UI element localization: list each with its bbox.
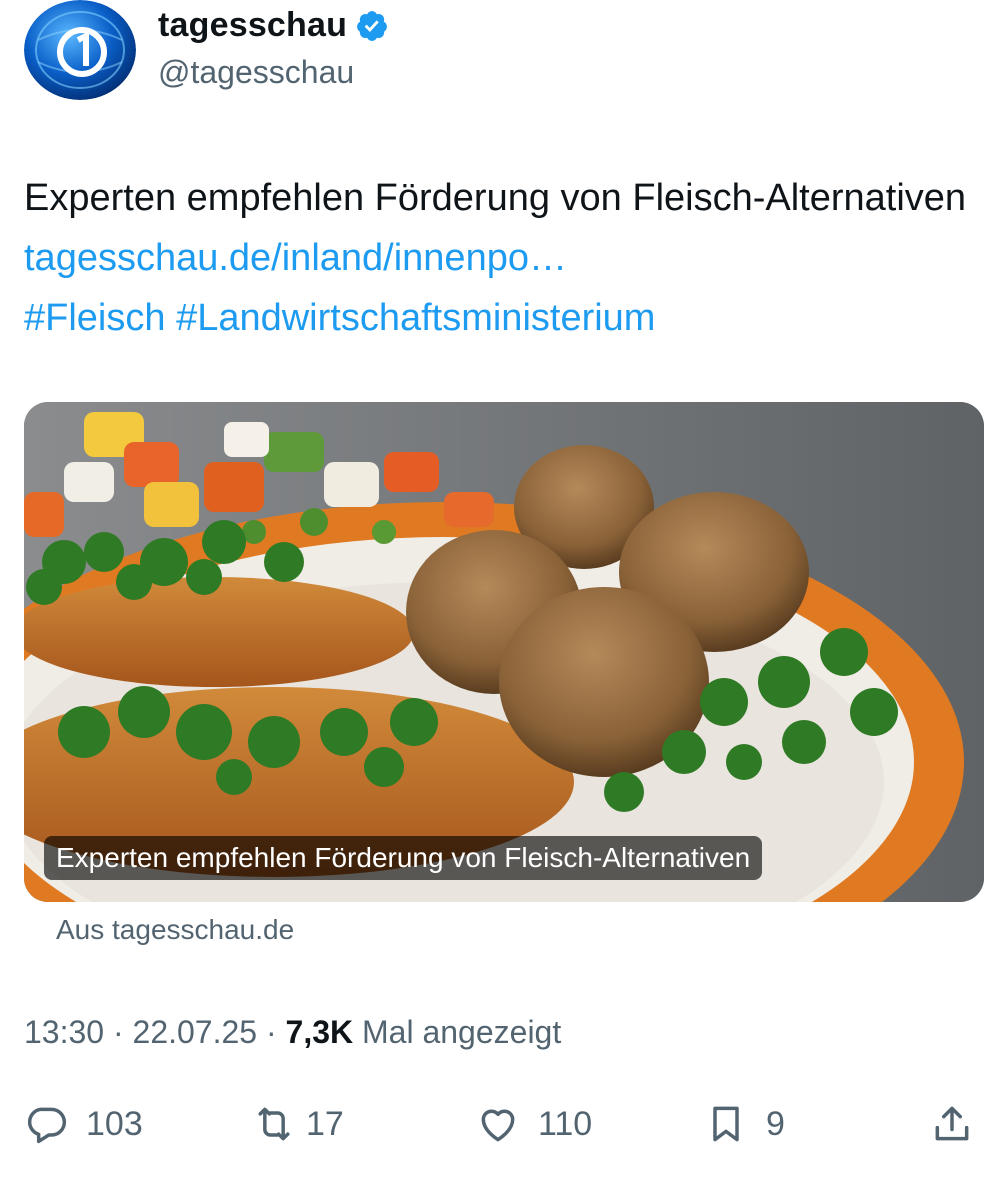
reply-count: 103 — [86, 1104, 143, 1143]
tweet-link[interactable]: tagesschau.de/inland/innenpo… — [24, 237, 567, 279]
card-image — [24, 402, 984, 902]
meta-separator: · — [265, 1014, 277, 1050]
share-button[interactable] — [930, 1094, 974, 1154]
hashtag-fleisch[interactable]: #Fleisch — [24, 297, 166, 339]
like-count: 110 — [538, 1104, 593, 1143]
action-bar: 103 17 110 9 — [24, 1094, 984, 1154]
tweet-meta: 13:30 · 22.07.25 · 7,3K Mal angezeigt — [24, 1014, 561, 1051]
bookmark-button[interactable]: 9 — [704, 1094, 785, 1154]
bookmark-icon — [713, 1106, 739, 1142]
reply-icon — [27, 1107, 67, 1144]
tweet-time[interactable]: 13:30 — [24, 1014, 104, 1050]
tweet-body: Experten empfehlen Förderung von Fleisch… — [24, 177, 967, 219]
tweet-header: tagesschau @tagesschau — [24, 0, 984, 104]
reply-button[interactable]: 103 — [24, 1094, 143, 1154]
repost-button[interactable]: 17 — [252, 1094, 344, 1154]
hashtag-landwirtschaftsministerium[interactable]: #Landwirtschaftsministerium — [176, 297, 655, 339]
repost-icon — [258, 1107, 290, 1141]
verified-badge-icon — [357, 10, 387, 41]
repost-count: 17 — [306, 1104, 344, 1143]
link-card[interactable]: Experten empfehlen Förderung von Fleisch… — [24, 402, 984, 902]
share-icon — [935, 1106, 969, 1141]
heart-icon — [481, 1109, 515, 1142]
card-source[interactable]: Aus tagesschau.de — [56, 914, 294, 946]
tweet-date[interactable]: 22.07.25 — [133, 1014, 258, 1050]
display-name[interactable]: tagesschau — [158, 6, 347, 45]
tweet-text: Experten empfehlen Förderung von Fleisch… — [24, 168, 984, 348]
card-caption: Experten empfehlen Förderung von Fleisch… — [44, 836, 763, 880]
meta-separator: · — [112, 1014, 124, 1050]
tagesschau-logo-icon[interactable] — [24, 0, 136, 100]
views-label: Mal angezeigt — [362, 1014, 562, 1050]
bookmark-count: 9 — [766, 1104, 785, 1143]
name-row: tagesschau — [158, 6, 389, 45]
view-count: 7,3K — [285, 1014, 354, 1050]
like-button[interactable]: 110 — [476, 1094, 592, 1154]
handle[interactable]: @tagesschau — [158, 54, 354, 91]
